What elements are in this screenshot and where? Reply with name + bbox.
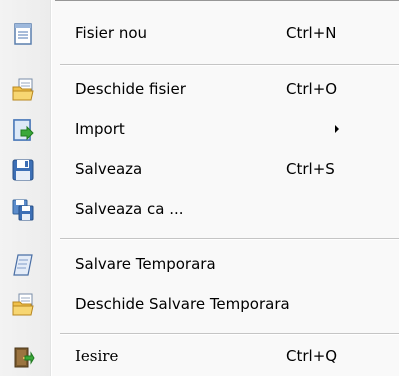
menu-item-label: Deschide Salvare Temporara	[75, 295, 290, 313]
menu-item-shortcut: Ctrl+O	[286, 80, 338, 98]
menu-item-exit[interactable]: Iesire Ctrl+Q	[0, 338, 399, 374]
menu-item-label: Salveaza ca ...	[75, 200, 184, 218]
menu-item-open-temp-save[interactable]: Deschide Salvare Temporara	[0, 286, 399, 322]
menu-item-open-file[interactable]: Deschide fisier Ctrl+O	[0, 71, 399, 107]
scroll-icon	[11, 253, 35, 277]
open-folder-icon	[11, 78, 35, 102]
menu-item-save[interactable]: Salveaza Ctrl+S	[0, 151, 399, 187]
menu-item-label: Deschide fisier	[75, 80, 186, 98]
menu-item-shortcut: Ctrl+Q	[286, 347, 338, 365]
menu-top-border	[55, 0, 399, 1]
menu-item-label: Iesire	[75, 347, 119, 365]
menu-item-label: Import	[75, 120, 125, 138]
menu-item-label: Fisier nou	[75, 24, 148, 42]
menu-separator	[60, 64, 399, 66]
menu-item-shortcut: Ctrl+N	[286, 24, 337, 42]
menu-item-temp-save[interactable]: Salvare Temporara	[0, 246, 399, 282]
menu-item-label: Salvare Temporara	[75, 255, 216, 273]
menu-item-label: Salveaza	[75, 160, 143, 178]
menu-item-new-file[interactable]: Fisier nou Ctrl+N	[0, 15, 399, 51]
save-as-icon	[11, 198, 35, 222]
menu-separator	[60, 238, 399, 240]
menu-item-shortcut: Ctrl+S	[286, 160, 335, 178]
import-icon	[11, 118, 35, 142]
menu-separator	[60, 333, 399, 335]
menu-item-import[interactable]: Import	[0, 111, 399, 147]
exit-door-icon	[11, 345, 35, 369]
submenu-arrow-icon	[335, 125, 339, 133]
file-context-menu: Fisier nou Ctrl+N Deschide fisier Ctrl+O	[0, 0, 399, 376]
open-temp-save-icon	[11, 293, 35, 317]
new-file-icon	[11, 22, 35, 46]
save-icon	[11, 158, 35, 182]
menu-item-save-as[interactable]: Salveaza ca ...	[0, 191, 399, 227]
